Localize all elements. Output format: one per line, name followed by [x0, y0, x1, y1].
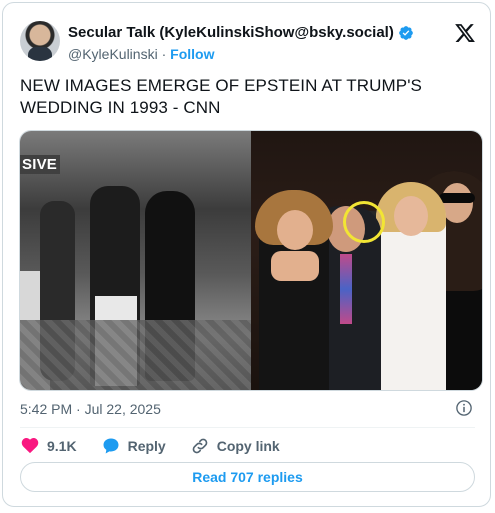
link-icon	[192, 438, 208, 454]
copy-link-button[interactable]: Copy link	[190, 436, 280, 456]
author-handle[interactable]: @KyleKulinski	[68, 46, 158, 62]
post-timestamp[interactable]: 5:42 PM · Jul 22, 2025	[20, 401, 161, 417]
post-text: NEW IMAGES EMERGE OF EPSTEIN AT TRUMP'S …	[20, 76, 422, 117]
x-logo-icon[interactable]	[454, 22, 476, 44]
like-count: 9.1K	[47, 438, 77, 454]
author-handle-line: @KyleKulinski · Follow	[68, 46, 214, 62]
heart-icon	[21, 438, 39, 454]
divider	[20, 427, 475, 428]
reply-label: Reply	[127, 438, 166, 454]
broadcast-badge: SIVE	[20, 155, 60, 174]
copy-link-label: Copy link	[216, 438, 280, 454]
action-bar: 9.1K Reply Copy link	[20, 436, 280, 456]
info-icon[interactable]	[455, 399, 473, 417]
speech-bubble-icon	[103, 438, 119, 454]
read-replies-button[interactable]: Read 707 replies	[20, 462, 475, 492]
author-avatar[interactable]	[20, 21, 60, 61]
photo-wedding-bw[interactable]: SIVE	[20, 131, 251, 390]
photo-party-color[interactable]	[251, 131, 482, 390]
reply-button[interactable]: Reply	[101, 436, 166, 456]
author-display-name[interactable]: Secular Talk (KyleKulinskiShow@bsky.soci…	[68, 24, 394, 41]
separator-dot: ·	[161, 46, 167, 62]
follow-button[interactable]: Follow	[170, 46, 214, 62]
highlight-circle	[343, 201, 385, 243]
like-button[interactable]: 9.1K	[20, 436, 77, 456]
verified-badge-icon	[399, 25, 413, 40]
post-media[interactable]: SIVE	[19, 130, 483, 391]
embedded-post-card: Secular Talk (KyleKulinskiShow@bsky.soci…	[2, 2, 491, 507]
author-name-line[interactable]: Secular Talk (KyleKulinskiShow@bsky.soci…	[68, 24, 414, 41]
